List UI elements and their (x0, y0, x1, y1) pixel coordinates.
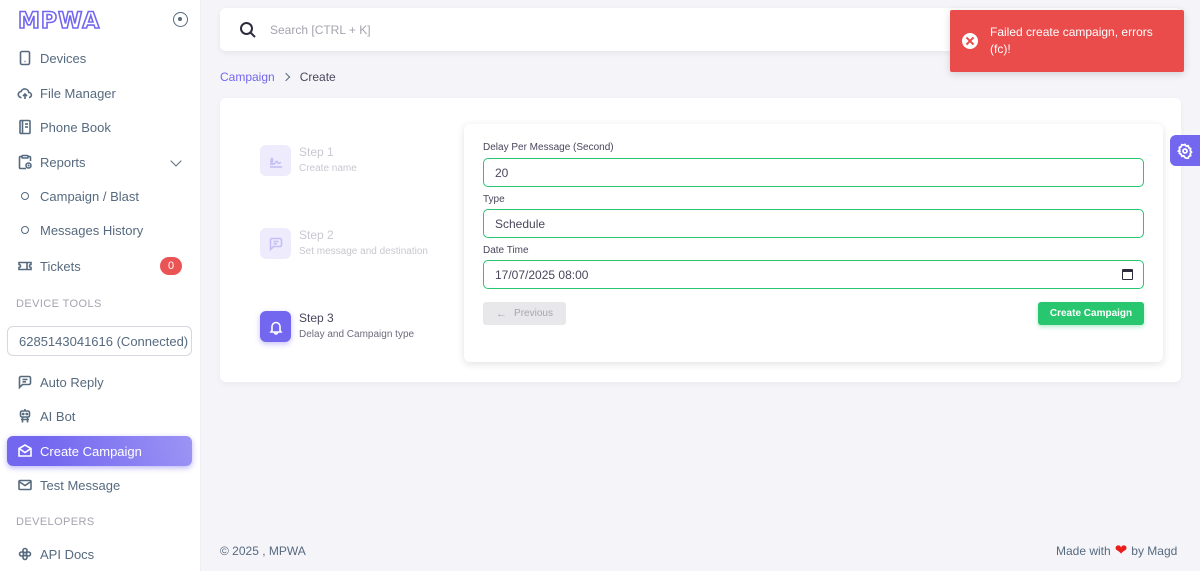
sidebar-item-label: Reports (40, 154, 86, 170)
mail-opened-icon (17, 443, 33, 459)
sidebar-subitem-messages-history[interactable]: Messages History (7, 216, 192, 244)
sidebar-item-auto-reply[interactable]: Auto Reply (7, 367, 192, 397)
step-subtitle: Create name (299, 163, 357, 174)
sidebar-item-create-campaign[interactable]: Create Campaign (7, 436, 192, 466)
sidebar-item-label: File Manager (40, 85, 116, 101)
sidebar-item-label: API Docs (40, 546, 95, 562)
sidebar-item-label: Phone Book (40, 119, 111, 135)
sidebar-item-label: AI Bot (40, 408, 76, 424)
mail-icon (17, 477, 33, 493)
footer-credit: Made with ❤ by Magd (1056, 542, 1178, 559)
report-icon (17, 154, 33, 170)
datetime-input[interactable]: 17/07/2025 08:00 (483, 260, 1144, 289)
device-mobile-icon (17, 50, 33, 66)
api-icon (17, 546, 33, 562)
gear-icon (1177, 142, 1193, 159)
delay-input[interactable]: 20 (483, 158, 1144, 187)
step-title: Step 3 (299, 311, 334, 325)
search-icon[interactable] (239, 21, 257, 39)
chevron-right-icon (281, 72, 290, 82)
message-icon (260, 228, 291, 259)
step-title: Step 2 (299, 228, 334, 242)
wizard-step-2[interactable]: Step 2 Set message and destination (260, 228, 428, 260)
tickets-count-badge: 0 (160, 257, 182, 275)
sidebar: MPWA Devices File Manager Phone Book Rep… (0, 0, 201, 571)
device-tools-header: DEVICE TOOLS (16, 298, 102, 310)
sidebar-item-label: Tickets (40, 258, 81, 274)
cloud-upload-icon (17, 85, 33, 101)
toast-message: Failed create campaign, errors (fc)! (990, 25, 1153, 56)
type-label: Type (483, 194, 505, 205)
signature-icon (260, 145, 291, 176)
developers-header: DEVELOPERS (16, 516, 95, 528)
step-title: Step 1 (299, 145, 334, 159)
sidebar-item-tickets[interactable]: Tickets 0 (7, 251, 192, 281)
previous-button[interactable]: ← Previous (483, 302, 566, 325)
sidebar-item-devices[interactable]: Devices (7, 43, 192, 73)
calendar-icon[interactable] (1122, 269, 1133, 280)
datetime-value: 17/07/2025 08:00 (495, 267, 589, 282)
step-subtitle: Set message and destination (299, 246, 428, 257)
breadcrumb-campaign-link[interactable]: Campaign (220, 70, 275, 84)
heart-icon: ❤ (1114, 542, 1128, 559)
address-book-icon (17, 119, 33, 135)
wizard-step-1[interactable]: Step 1 Create name (260, 145, 357, 177)
brand-logo[interactable]: MPWA (17, 8, 101, 35)
sidebar-item-label: Test Message (40, 477, 121, 493)
error-toast[interactable]: Failed create campaign, errors (fc)! (950, 10, 1184, 72)
arrow-left-icon: ← (496, 307, 508, 320)
chevron-down-icon (170, 155, 182, 167)
sidebar-item-label: Auto Reply (40, 374, 104, 390)
author-text: by Magd (1131, 544, 1178, 558)
ticket-icon (17, 258, 33, 274)
robot-icon (17, 408, 33, 424)
logo-text: MPWA (17, 8, 101, 35)
made-with-text: Made with (1056, 544, 1111, 558)
device-select[interactable]: 6285143041616 (Connected) (7, 326, 192, 356)
sidebar-item-label: Campaign / Blast (40, 188, 139, 204)
sidebar-subitem-campaign-blast[interactable]: Campaign / Blast (7, 182, 192, 210)
delay-label: Delay Per Message (Second) (483, 142, 614, 153)
customizer-toggle[interactable] (1170, 135, 1200, 166)
error-circle-icon (962, 33, 978, 49)
datetime-label: Date Time (483, 245, 529, 256)
sidebar-item-label: Create Campaign (40, 443, 142, 459)
sidebar-item-file-manager[interactable]: File Manager (7, 78, 192, 108)
previous-label: Previous (514, 308, 553, 319)
step-subtitle: Delay and Campaign type (299, 329, 415, 340)
sidebar-collapse-icon[interactable] (173, 12, 188, 27)
sidebar-item-label: Messages History (40, 222, 144, 238)
campaign-wizard-card: Step 1 Create name Step 2 Set message an… (220, 98, 1181, 382)
circle-icon (21, 226, 29, 234)
wizard-step-3[interactable]: Step 3 Delay and Campaign type (260, 311, 414, 343)
create-campaign-button[interactable]: Create Campaign (1038, 302, 1144, 325)
sidebar-item-test-message[interactable]: Test Message (7, 470, 192, 500)
step-3-form: Delay Per Message (Second) 20 Type Sched… (464, 124, 1163, 362)
bell-icon (260, 311, 291, 342)
sidebar-item-ai-bot[interactable]: AI Bot (7, 401, 192, 431)
footer-copyright: © 2025 , MPWA (220, 544, 306, 558)
sidebar-item-phone-book[interactable]: Phone Book (7, 112, 192, 142)
message-icon (17, 374, 33, 390)
sidebar-item-reports[interactable]: Reports (7, 147, 192, 177)
circle-icon (21, 192, 29, 200)
sidebar-item-api-docs[interactable]: API Docs (7, 539, 192, 569)
breadcrumb-current: Create (299, 70, 336, 84)
breadcrumb: Campaign Create (220, 70, 336, 84)
sidebar-item-label: Devices (40, 50, 87, 66)
type-select[interactable]: Schedule (483, 209, 1144, 238)
search-input[interactable] (270, 22, 870, 37)
